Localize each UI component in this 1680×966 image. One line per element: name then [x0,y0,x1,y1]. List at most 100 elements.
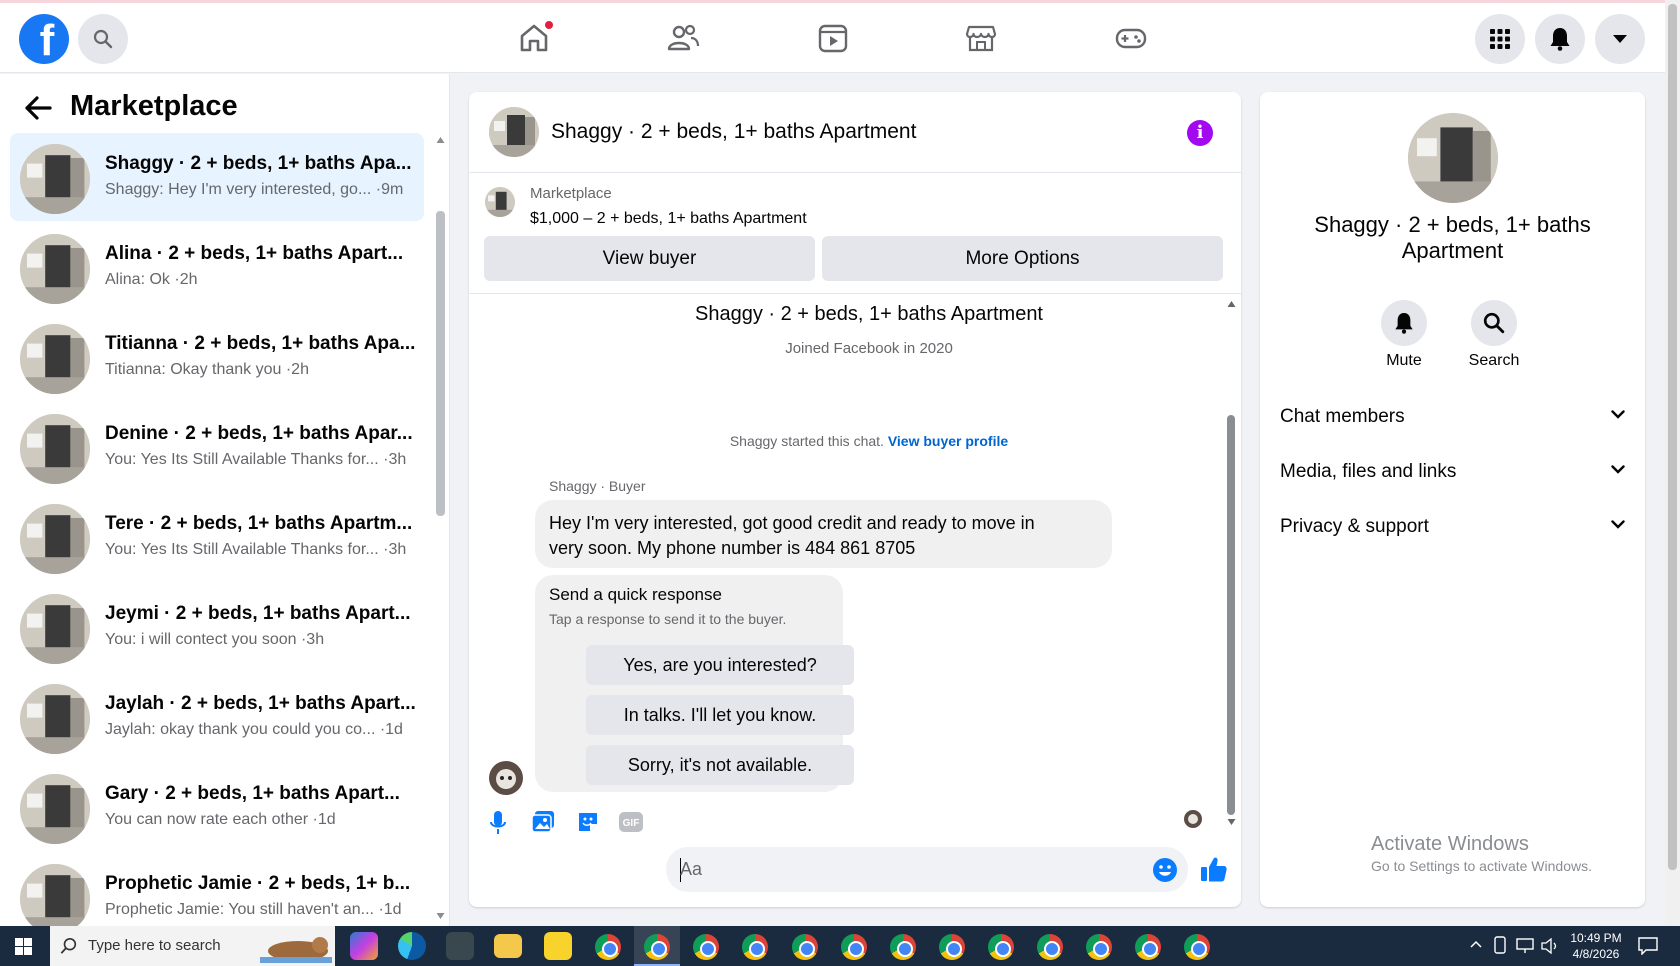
watch-icon[interactable] [816,21,850,55]
listing-large-avatar[interactable] [1408,113,1498,203]
chrome-browser-icon[interactable] [1184,934,1210,960]
emoji-icon[interactable] [1152,857,1178,883]
conversation-thumbnail [20,414,90,484]
quick-response-button[interactable]: In talks. I'll let you know. [586,695,854,735]
conversation-thumbnail [20,864,90,934]
search-icon [60,937,77,954]
info-icon[interactable]: i [1187,120,1213,146]
taskbar-clock[interactable]: 10:49 PM 4/8/2026 [1560,930,1632,962]
conversation-item[interactable]: Denine · 2 + beds, 1+ baths Apar... You: … [10,403,424,491]
scroll-up-arrow-icon[interactable] [436,136,445,144]
activate-windows-watermark: Activate Windows Go to Settings to activ… [1371,833,1592,874]
conversation-item[interactable]: Tere · 2 + beds, 1+ baths Apartm... You: … [10,493,424,581]
search-icon [1483,312,1505,334]
device-icon[interactable] [1493,936,1507,954]
chrome-browser-icon[interactable] [693,934,719,960]
conversation-item[interactable]: Alina · 2 + beds, 1+ baths Apart... Alina… [10,223,424,311]
photo-icon[interactable] [531,810,555,834]
search-in-chat-button[interactable] [1471,300,1517,346]
sticky-notes-icon[interactable] [544,932,572,960]
search-button[interactable] [78,14,128,64]
chrome-browser-icon[interactable] [988,934,1014,960]
page-scrollbar[interactable] [1665,0,1680,926]
message-input[interactable]: Aa [666,847,1188,892]
chrome-browser-icon[interactable] [841,934,867,960]
edge-browser-icon[interactable] [398,932,426,960]
chat-scroll-down-icon[interactable] [1227,818,1236,826]
file-explorer-icon[interactable] [494,934,522,958]
chat-scroll-up-icon[interactable] [1227,300,1236,308]
sidebar-scrollbar-thumb[interactable] [436,211,445,516]
conversation-name: Jaylah · 2 + beds, 1+ baths Apart... [105,693,416,714]
chrome-browser-icon[interactable] [1037,934,1063,960]
chevron-down-icon [1611,520,1625,529]
action-center-icon[interactable] [1638,937,1658,955]
notifications-button[interactable] [1535,14,1585,64]
gif-icon[interactable]: GIF [619,812,643,832]
chrome-browser-icon[interactable] [792,934,818,960]
conversation-item[interactable]: Gary · 2 + beds, 1+ baths Apart... You ca… [10,763,424,851]
conversation-item[interactable]: Jaylah · 2 + beds, 1+ baths Apart... Jayl… [10,673,424,761]
message-thread: Shaggy · 2 + beds, 1+ baths Apartment Jo… [469,295,1241,835]
chat-started-text: Shaggy started this chat. [729,433,884,449]
clock-date: 4/8/2026 [1572,947,1620,961]
taskbar-search-box[interactable]: Type here to search [50,926,335,966]
conversation-item[interactable]: Jeymi · 2 + beds, 1+ baths Apart... You: … [10,583,424,671]
marketplace-icon[interactable] [964,21,998,55]
bell-icon [1550,28,1570,51]
joined-date: Joined Facebook in 2020 [785,340,953,357]
media-files-links-row[interactable]: Media, files and links [1280,453,1625,493]
conversation-preview: You: i will contect you soon ·3h [105,631,325,648]
gaming-icon[interactable] [1114,21,1148,55]
quick-response-subtitle: Tap a response to send it to the buyer. [549,611,787,627]
conversation-preview: You: Yes Its Still Available Thanks for.… [105,451,407,468]
conversation-name: Gary · 2 + beds, 1+ baths Apart... [105,783,400,804]
conversation-name: Alina · 2 + beds, 1+ baths Apart... [105,243,404,264]
chrome-browser-icon[interactable] [742,934,768,960]
chrome-browser-icon[interactable] [595,934,621,960]
chrome-browser-icon[interactable] [890,934,916,960]
svg-text:GIF: GIF [623,818,640,829]
menu-grid-icon [1490,29,1510,49]
chrome-browser-icon[interactable] [1135,934,1161,960]
privacy-support-row[interactable]: Privacy & support [1280,508,1625,548]
sender-label: Shaggy · Buyer [549,478,646,494]
page-title: Marketplace [70,90,238,122]
listing-avatar[interactable] [489,107,539,157]
conversation-item[interactable]: Shaggy · 2 + beds, 1+ baths Apa... Shaggy… [10,133,424,221]
view-buyer-profile-link[interactable]: View buyer profile [888,433,1008,449]
chrome-browser-icon[interactable] [939,934,965,960]
quick-response-button[interactable]: Sorry, it's not available. [586,745,854,785]
sticker-icon[interactable] [576,810,600,834]
page-scrollbar-thumb[interactable] [1668,4,1677,870]
conversation-preview: You can now rate each other ·1d [105,811,336,828]
microphone-icon[interactable] [489,810,507,836]
bell-icon [1395,313,1413,334]
copilot-icon[interactable] [350,932,378,960]
chrome-browser-icon[interactable] [1086,934,1112,960]
app-icon[interactable] [446,932,474,960]
menu-button[interactable] [1475,14,1525,64]
mute-button[interactable] [1381,300,1427,346]
back-arrow-icon[interactable] [24,96,52,120]
network-icon[interactable] [1516,938,1534,954]
friends-icon[interactable] [666,21,700,55]
conversation-sidebar: Marketplace Shaggy · 2 + beds, 1+ baths … [0,74,450,934]
conversation-item[interactable]: Titianna · 2 + beds, 1+ baths Apa... Titi… [10,313,424,401]
conversation-thumbnail [20,234,90,304]
facebook-logo-icon[interactable]: f [19,14,69,64]
more-options-button[interactable]: More Options [822,236,1223,281]
view-buyer-button[interactable]: View buyer [484,236,815,281]
account-button[interactable] [1595,14,1645,64]
chrome-browser-icon[interactable] [644,934,670,960]
chat-members-row[interactable]: Chat members [1280,398,1625,438]
scroll-down-arrow-icon[interactable] [436,912,445,920]
windows-start-icon[interactable] [15,938,32,955]
buyer-avatar[interactable] [489,761,523,795]
volume-icon[interactable] [1541,938,1559,954]
like-thumb-icon[interactable] [1200,855,1228,883]
show-hidden-icons-icon[interactable] [1470,940,1482,948]
quick-response-button[interactable]: Yes, are you interested? [586,645,854,685]
thread-profile-name: Shaggy · 2 + beds, 1+ baths Apartment [694,303,1043,325]
chat-scrollbar-thumb[interactable] [1227,415,1235,815]
